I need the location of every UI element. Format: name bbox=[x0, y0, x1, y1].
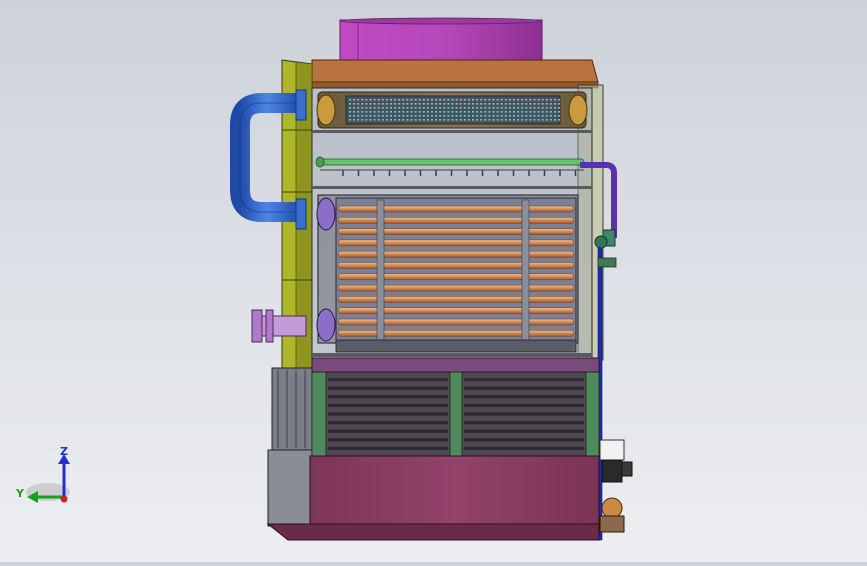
fan-stack[interactable] bbox=[339, 17, 543, 63]
drift-eliminator[interactable] bbox=[316, 91, 588, 129]
pump-motor[interactable] bbox=[599, 439, 633, 533]
heat-exchanger-coil[interactable] bbox=[316, 194, 579, 353]
coil-base-rail bbox=[311, 357, 600, 373]
louvre-section[interactable] bbox=[311, 371, 600, 457]
top-cover[interactable] bbox=[311, 59, 599, 89]
triad-z-label: Z bbox=[60, 445, 68, 458]
x-axis-dot-icon bbox=[60, 495, 68, 503]
triad-y-label: Y bbox=[15, 487, 25, 500]
cad-viewport[interactable]: Z Y bbox=[0, 0, 867, 562]
model-canvas[interactable]: Z Y bbox=[0, 0, 867, 562]
left-pillar[interactable] bbox=[267, 367, 313, 527]
orientation-triad[interactable]: Z Y bbox=[15, 445, 70, 503]
cold-water-basin[interactable] bbox=[266, 455, 600, 541]
